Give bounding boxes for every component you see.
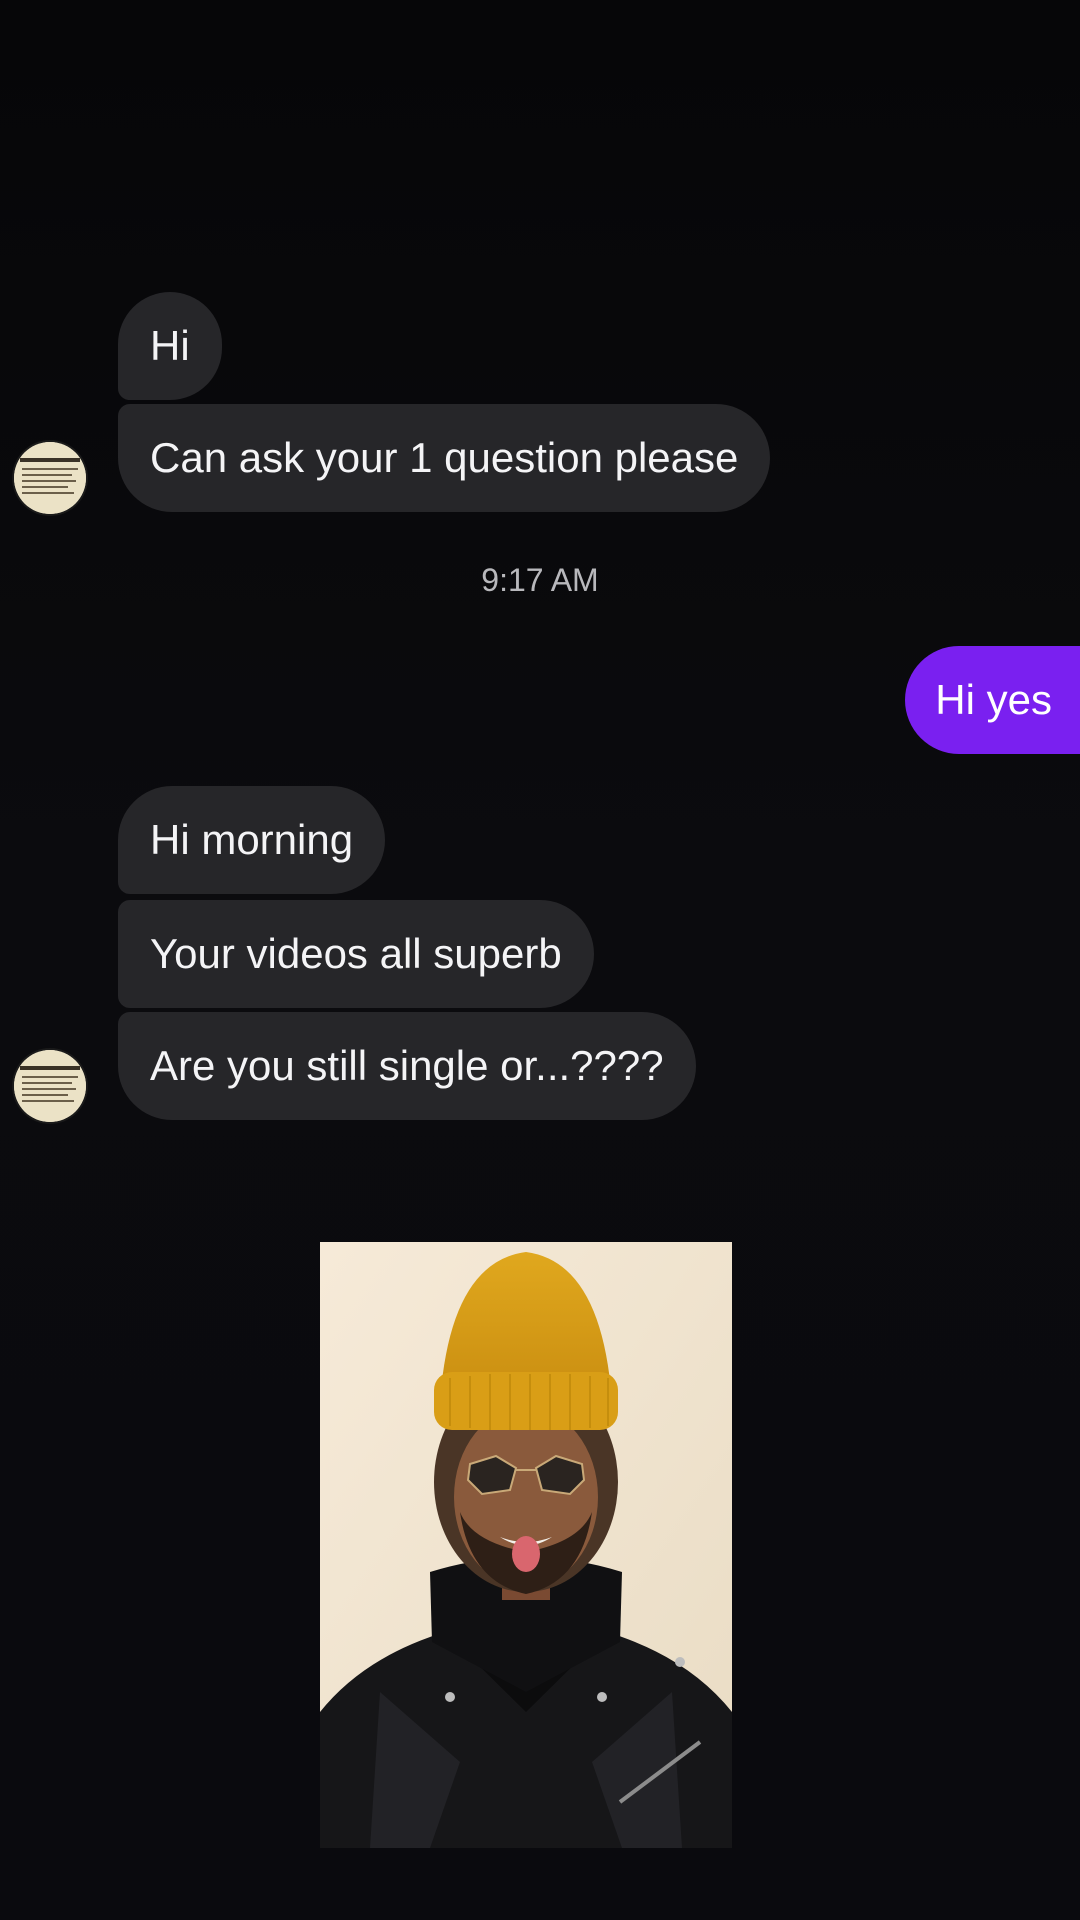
newspaper-avatar-icon <box>14 442 86 514</box>
incoming-message-bubble[interactable]: Hi morning <box>118 786 386 894</box>
portrait-photo <box>320 1242 732 1848</box>
newspaper-avatar-icon <box>14 1050 86 1122</box>
chat-screen: Hi Can ask your 1 question please 9:17 A… <box>0 0 1080 1920</box>
sender-avatar[interactable] <box>14 1050 86 1122</box>
message-timestamp: 9:17 AM <box>481 562 599 598</box>
incoming-message-bubble[interactable]: Hi <box>118 292 222 400</box>
outgoing-message-bubble[interactable]: Hi yes <box>905 646 1080 754</box>
shared-photo-message[interactable] <box>320 1242 732 1848</box>
incoming-message-bubble[interactable]: Your videos all superb <box>118 900 594 1008</box>
incoming-message-bubble[interactable]: Can ask your 1 question please <box>118 404 771 512</box>
incoming-message-bubble[interactable]: Are you still single or...???? <box>118 1012 696 1120</box>
sender-avatar[interactable] <box>14 442 86 514</box>
